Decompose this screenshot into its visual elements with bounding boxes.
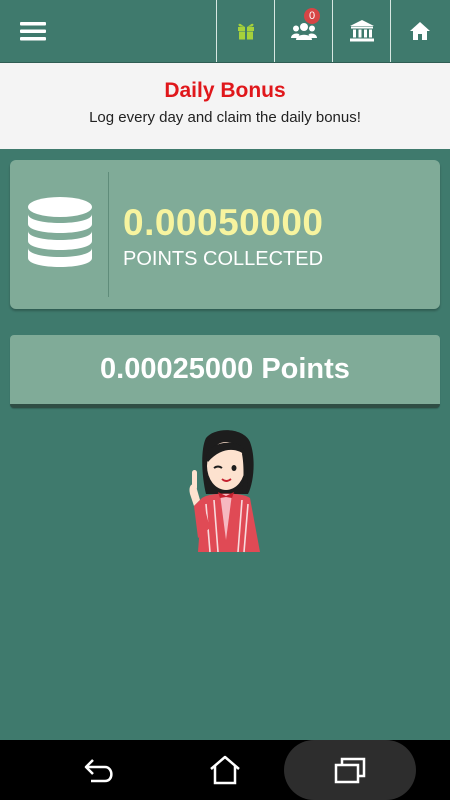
hamburger-menu-icon	[20, 22, 46, 41]
recent-apps-icon	[334, 757, 366, 784]
referrals-button[interactable]: 0	[274, 0, 332, 62]
app-screen: 0 Daily Bonus Log every day and claim th…	[0, 0, 450, 800]
daily-bonus-header: Daily Bonus Log every day and claim the …	[0, 63, 450, 149]
back-icon	[84, 759, 113, 783]
nav-recents-button[interactable]	[284, 740, 416, 800]
top-toolbar: 0	[0, 0, 450, 63]
coin-stack-icon	[28, 197, 92, 267]
home-button[interactable]	[390, 0, 448, 62]
gift-button[interactable]	[216, 0, 274, 62]
gift-icon	[237, 23, 254, 40]
points-collected-card: 0.00050000 POINTS COLLECTED	[10, 160, 440, 309]
home-icon	[409, 22, 430, 40]
notification-badge: 0	[304, 8, 320, 24]
card-divider	[108, 172, 109, 297]
nav-back-button[interactable]	[60, 740, 140, 800]
claim-bonus-button[interactable]: 0.00025000 Points	[10, 335, 440, 408]
system-navigation-bar	[0, 740, 450, 800]
users-group-icon	[290, 23, 317, 40]
points-label: POINTS COLLECTED	[123, 248, 324, 270]
nav-home-button[interactable]	[185, 740, 265, 800]
page-subtitle: Log every day and claim the daily bonus!	[89, 109, 361, 126]
points-value: 0.00050000	[123, 202, 324, 243]
bank-button[interactable]	[332, 0, 390, 62]
mascot-girl-illustration	[189, 430, 260, 553]
bank-icon	[349, 20, 374, 42]
page-title: Daily Bonus	[164, 79, 286, 102]
menu-button[interactable]	[0, 0, 216, 62]
home-outline-icon	[210, 755, 240, 785]
